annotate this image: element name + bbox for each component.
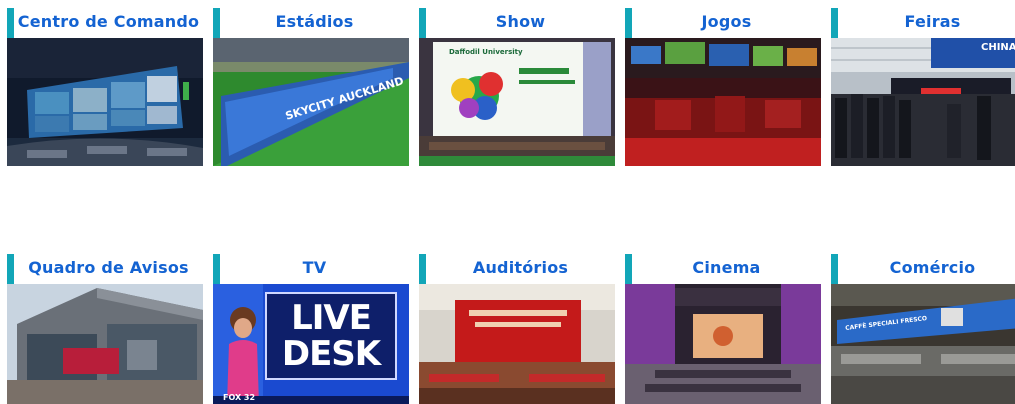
tile-header: Auditórios (419, 254, 615, 284)
tile-title: Cinema (692, 258, 761, 277)
tile-image-auditorium[interactable] (419, 284, 615, 404)
tile-header: Estádios (213, 8, 409, 38)
tile-header: Centro de Comando (7, 8, 203, 38)
tile-header: Comércio (831, 254, 1015, 284)
tile-header: Feiras (831, 8, 1015, 38)
tile-title: Jogos (701, 12, 752, 31)
tile-image-cinema[interactable] (625, 284, 821, 404)
screen-line-2: DESK (281, 334, 381, 374)
tile-title: Feiras (904, 12, 961, 31)
tile-header: Cinema (625, 254, 821, 284)
tile-title: Comércio (889, 258, 976, 277)
tile-image-command-center[interactable] (7, 38, 203, 166)
show-sign-text: Daffodil University (449, 48, 523, 56)
screen-line-1: LIVE (291, 298, 372, 338)
tile-cinema[interactable]: Cinema (625, 254, 821, 404)
tile-image-retail[interactable]: CAFFÈ SPECIALI FRESCO (831, 284, 1015, 404)
tile-image-tv-studio[interactable]: LIVE DESK FOX 32 (213, 284, 409, 404)
live-desk-screen: LIVE DESK (265, 292, 397, 380)
tile-header: Quadro de Avisos (7, 254, 203, 284)
tile-title: TV (302, 258, 327, 277)
tile-auditorios[interactable]: Auditórios (419, 254, 615, 404)
tile-estadios[interactable]: Estádios SKYCITY AUCKLAND (213, 8, 409, 166)
tile-centro-de-comando[interactable]: Centro de Comando (7, 8, 203, 166)
tile-image-trade-fair[interactable]: CHINA (831, 38, 1015, 166)
channel-logo: FOX 32 (223, 393, 256, 402)
tile-feiras[interactable]: Feiras CHINA (831, 8, 1015, 166)
tile-title: Show (495, 12, 546, 31)
tile-tv[interactable]: TV LIVE DESK FOX 32 (213, 254, 409, 404)
fair-sign-text: CHINA (981, 42, 1015, 53)
tile-title: Centro de Comando (17, 12, 200, 31)
tile-title: Quadro de Avisos (28, 258, 189, 277)
tile-title: Estádios (275, 12, 354, 31)
tile-header: Show (419, 8, 615, 38)
tile-show[interactable]: Show Daffodil University (419, 8, 615, 166)
tile-quadro-de-avisos[interactable]: Quadro de Avisos (7, 254, 203, 404)
tile-header: Jogos (625, 8, 821, 38)
tile-image-stadium[interactable]: SKYCITY AUCKLAND (213, 38, 409, 166)
tile-header: TV (213, 254, 409, 284)
tile-title: Auditórios (472, 258, 569, 277)
tile-comercio[interactable]: Comércio CAFFÈ SPECIALI FRESCO (831, 254, 1015, 404)
tile-image-gaming-room[interactable] (625, 38, 821, 166)
tile-image-show-stage[interactable]: Daffodil University (419, 38, 615, 166)
tile-image-billboard-building[interactable] (7, 284, 203, 404)
tile-jogos[interactable]: Jogos (625, 8, 821, 166)
